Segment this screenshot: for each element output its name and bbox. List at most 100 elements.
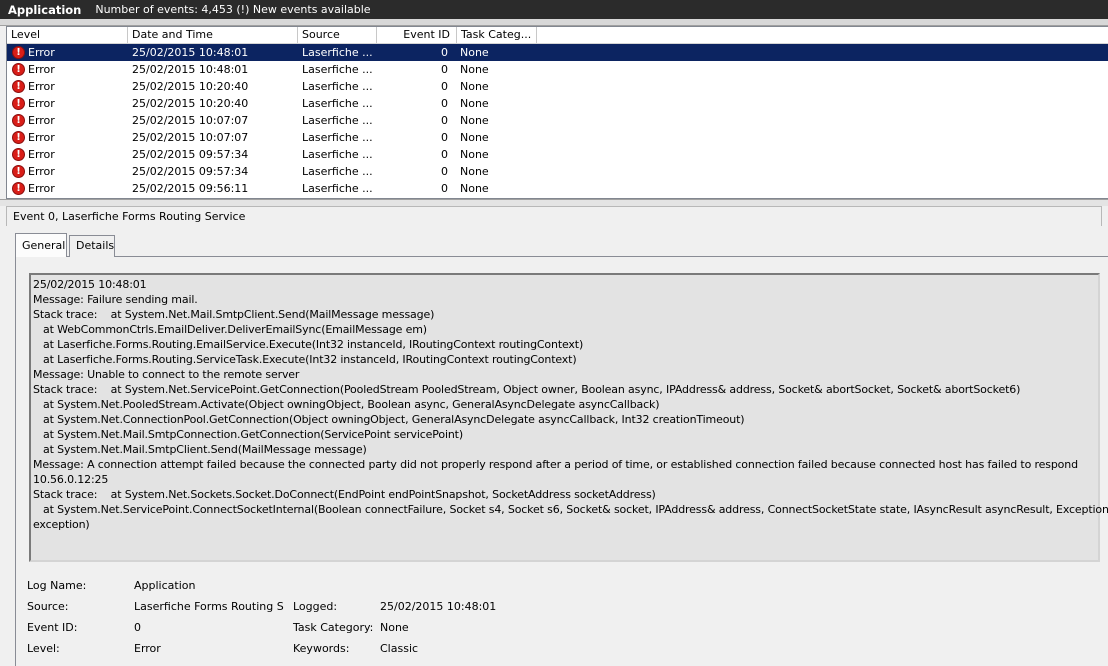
tab-general[interactable]: General (15, 233, 67, 257)
event-list[interactable]: Level Date and Time Source Event ID Task… (6, 26, 1108, 199)
message-line: at System.Net.Mail.SmtpConnection.GetCon… (33, 428, 463, 441)
log-name-label: Log Name: (27, 579, 87, 592)
logged-value: 25/02/2015 10:48:01 (380, 600, 497, 613)
message-line: exception) (33, 518, 90, 531)
column-header-level[interactable]: Level (7, 27, 128, 43)
source-cell: Laserfiche ... (302, 97, 373, 110)
message-text: 25/02/2015 10:48:01 Message: Failure send… (33, 277, 1108, 532)
event-rows: ! Error 25/02/2015 10:48:01 Laserfiche ... 0… (7, 44, 1108, 197)
level-cell: Error (28, 63, 55, 76)
title-bar: Application Number of events: 4,453 (!) … (0, 0, 1108, 19)
message-line: at System.Net.PooledStream.Activate(Obje… (33, 398, 660, 411)
source-cell: Laserfiche ... (302, 165, 373, 178)
task-category-cell: None (460, 46, 489, 59)
task-category-cell: None (460, 63, 489, 76)
event-id-cell: 0 (441, 63, 448, 76)
table-row[interactable]: ! Error 25/02/2015 09:57:34 Laserfiche ... 0… (7, 163, 1108, 180)
level-cell: Error (28, 80, 55, 93)
event-detail-title: Event 0, Laserfiche Forms Routing Servic… (6, 206, 1102, 226)
task-category-cell: None (460, 165, 489, 178)
event-properties: Log Name: Application Source: Laserfiche… (27, 577, 1097, 665)
column-header-event-id[interactable]: Event ID (377, 27, 457, 43)
source-cell: Laserfiche ... (302, 182, 373, 195)
datetime-cell: 25/02/2015 09:57:34 (132, 148, 249, 161)
list-header: Level Date and Time Source Event ID Task… (7, 27, 1108, 44)
column-header-datetime[interactable]: Date and Time (128, 27, 298, 43)
pane-splitter[interactable] (0, 199, 1108, 206)
toolbar-separator (0, 19, 1108, 26)
message-line: Message: Unable to connect to the remote… (33, 368, 300, 381)
level-cell: Error (28, 114, 55, 127)
message-line: at WebCommonCtrls.EmailDeliver.DeliverEm… (33, 323, 427, 336)
level-cell: Error (28, 97, 55, 110)
event-id-cell: 0 (441, 148, 448, 161)
message-line: Message: Failure sending mail. (33, 293, 198, 306)
source-cell: Laserfiche ... (302, 148, 373, 161)
event-count: Number of events: 4,453 (!) New events a… (95, 3, 371, 16)
message-line: at System.Net.Mail.SmtpClient.Send(MailM… (33, 443, 367, 456)
app-title: Application (8, 2, 82, 17)
table-row[interactable]: ! Error 25/02/2015 09:57:34 Laserfiche ... 0… (7, 146, 1108, 163)
tab-details[interactable]: Details (69, 235, 115, 257)
message-line: 25/02/2015 10:48:01 (33, 278, 147, 291)
message-line: Stack trace: at System.Net.Sockets.Socke… (33, 488, 656, 501)
event-id-cell: 0 (441, 131, 448, 144)
message-line: 10.56.0.12:25 (33, 473, 109, 486)
source-value: Laserfiche Forms Routing Se (134, 600, 284, 613)
table-row[interactable]: ! Error 25/02/2015 10:20:40 Laserfiche ... 0… (7, 95, 1108, 112)
source-cell: Laserfiche ... (302, 63, 373, 76)
keywords-value: Classic (380, 642, 419, 655)
level-cell: Error (28, 131, 55, 144)
level-cell: Error (28, 148, 55, 161)
column-header-source[interactable]: Source (298, 27, 377, 43)
event-message-box[interactable]: 25/02/2015 10:48:01 Message: Failure send… (29, 273, 1108, 562)
task-category-label: Task Category: (293, 621, 374, 634)
datetime-cell: 25/02/2015 10:07:07 (132, 131, 249, 144)
table-row[interactable]: ! Error 25/02/2015 10:07:07 Laserfiche ... 0… (7, 129, 1108, 146)
event-id-cell: 0 (441, 46, 448, 59)
message-line: Stack trace: at System.Net.Mail.SmtpClie… (33, 308, 435, 321)
message-line: Message: A connection attempt failed bec… (33, 458, 1078, 471)
event-id-cell: 0 (441, 182, 448, 195)
event-id-cell: 0 (441, 97, 448, 110)
table-row[interactable]: ! Error 25/02/2015 10:48:01 Laserfiche ... 0… (7, 44, 1108, 61)
event-id-label: Event ID: (27, 621, 78, 634)
table-row[interactable]: ! Error 25/02/2015 10:20:40 Laserfiche ... 0… (7, 78, 1108, 95)
level-value: Error (134, 642, 161, 655)
level-cell: Error (28, 46, 55, 59)
datetime-cell: 25/02/2015 09:57:34 (132, 165, 249, 178)
keywords-label: Keywords: (293, 642, 350, 655)
event-id-cell: 0 (441, 165, 448, 178)
task-category-cell: None (460, 80, 489, 93)
datetime-cell: 25/02/2015 10:20:40 (132, 80, 249, 93)
task-category-cell: None (460, 114, 489, 127)
logged-label: Logged: (293, 600, 338, 613)
message-line: at System.Net.ServicePoint.ConnectSocket… (33, 503, 1108, 516)
datetime-cell: 25/02/2015 09:56:11 (132, 182, 249, 195)
source-label: Source: (27, 600, 69, 613)
source-cell: Laserfiche ... (302, 114, 373, 127)
datetime-cell: 25/02/2015 10:48:01 (132, 46, 249, 59)
column-header-task-category[interactable]: Task Categ... (457, 27, 537, 43)
task-category-cell: None (460, 182, 489, 195)
source-cell: Laserfiche ... (302, 80, 373, 93)
task-category-cell: None (460, 97, 489, 110)
log-name-value: Application (134, 579, 196, 592)
level-label: Level: (27, 642, 60, 655)
event-id-value: 0 (134, 621, 141, 634)
task-category-value: None (380, 621, 409, 634)
source-cell: Laserfiche ... (302, 131, 373, 144)
event-id-cell: 0 (441, 114, 448, 127)
table-row[interactable]: ! Error 25/02/2015 09:56:11 Laserfiche ... 0… (7, 180, 1108, 197)
level-cell: Error (28, 165, 55, 178)
datetime-cell: 25/02/2015 10:20:40 (132, 97, 249, 110)
level-cell: Error (28, 182, 55, 195)
event-id-cell: 0 (441, 80, 448, 93)
datetime-cell: 25/02/2015 10:48:01 (132, 63, 249, 76)
table-row[interactable]: ! Error 25/02/2015 10:07:07 Laserfiche ... 0… (7, 112, 1108, 129)
task-category-cell: None (460, 148, 489, 161)
message-line: at Laserfiche.Forms.Routing.ServiceTask.… (33, 353, 577, 366)
source-cell: Laserfiche ... (302, 46, 373, 59)
task-category-cell: None (460, 131, 489, 144)
table-row[interactable]: ! Error 25/02/2015 10:48:01 Laserfiche ... 0… (7, 61, 1108, 78)
